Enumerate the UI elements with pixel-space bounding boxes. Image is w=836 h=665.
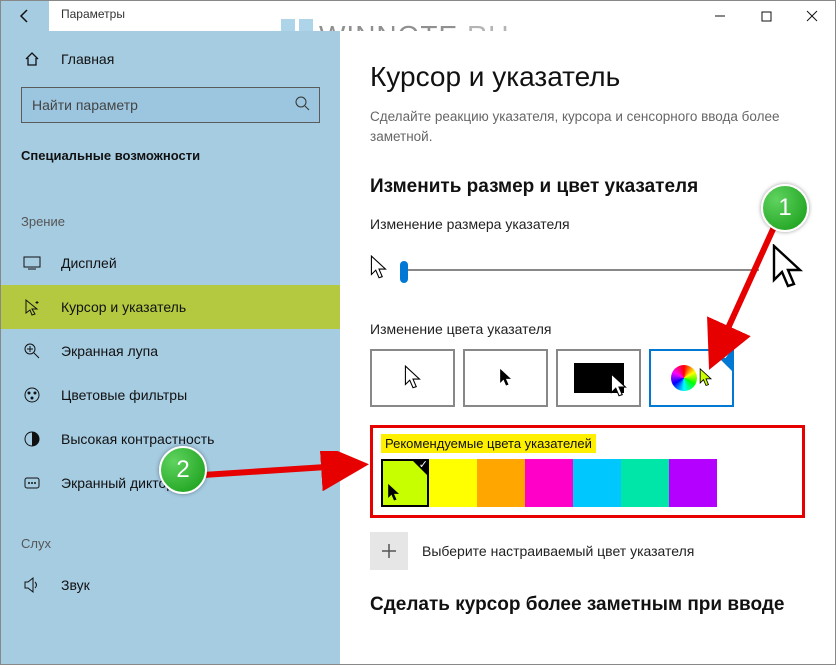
sidebar-item-magnifier[interactable]: Экранная лупа [1, 329, 340, 373]
sidebar-item-label: Цветовые фильтры [61, 387, 187, 403]
color-swatch[interactable] [621, 459, 669, 507]
pointer-color-custom[interactable] [649, 349, 734, 407]
recommended-colors-box: Рекомендуемые цвета указателей [370, 425, 805, 518]
titlebar: Параметры [1, 1, 835, 31]
section-size-color: Изменить размер и цвет указателя [370, 176, 805, 198]
sidebar-category-hearing: Слух [1, 523, 340, 563]
sidebar-item-sound[interactable]: Звук [1, 563, 340, 607]
pointer-color-options [370, 349, 805, 407]
recommended-colors-label: Рекомендуемые цвета указателей [381, 434, 596, 453]
sidebar-item-label: Дисплей [61, 255, 117, 271]
pointer-color-inverted[interactable] [556, 349, 641, 407]
pointer-color-white[interactable] [370, 349, 455, 407]
window-title: Параметры [61, 7, 125, 21]
color-wheel-icon [671, 365, 697, 391]
color-swatch[interactable] [573, 459, 621, 507]
search-icon [285, 95, 319, 116]
sidebar-item-label: Высокая контрастность [61, 431, 214, 447]
color-swatch[interactable] [429, 459, 477, 507]
sidebar-icon [21, 298, 43, 316]
annotation-badge-1: 1 [761, 184, 809, 232]
slider-thumb[interactable] [400, 261, 408, 283]
pointer-size-slider-row [370, 244, 805, 297]
label-color: Изменение цвета указателя [370, 321, 805, 337]
sidebar: Главная Специальные возможности Зрение Д… [1, 31, 340, 664]
page-title: Курсор и указатель [370, 61, 805, 93]
sidebar-item-label: Экранный диктор [61, 475, 174, 491]
main-panel: Курсор и указатель Сделайте реакцию указ… [340, 31, 835, 664]
color-swatch[interactable] [477, 459, 525, 507]
color-swatch[interactable] [381, 459, 429, 507]
pointer-color-black[interactable] [463, 349, 548, 407]
sidebar-item-cursor-pointer[interactable]: Курсор и указатель [1, 285, 340, 329]
sidebar-home-label: Главная [61, 51, 114, 67]
color-swatch[interactable] [525, 459, 573, 507]
cursor-small-icon [370, 255, 388, 286]
sidebar-item-color-filters[interactable]: Цветовые фильтры [1, 373, 340, 417]
sidebar-icon [21, 386, 43, 404]
minimize-button[interactable] [697, 1, 743, 31]
sidebar-item-display[interactable]: Дисплей [1, 241, 340, 285]
color-swatch[interactable] [669, 459, 717, 507]
add-custom-color-label: Выберите настраиваемый цвет указателя [422, 543, 694, 559]
sidebar-icon [21, 430, 43, 448]
sidebar-icon [21, 256, 43, 270]
sidebar-section-label: Специальные возможности [1, 135, 340, 175]
back-button[interactable] [1, 1, 49, 31]
close-button[interactable] [789, 1, 835, 31]
pointer-size-slider[interactable] [400, 269, 759, 271]
maximize-button[interactable] [743, 1, 789, 31]
sidebar-category-vision: Зрение [1, 201, 340, 241]
sidebar-item-label: Экранная лупа [61, 343, 158, 359]
label-size: Изменение размера указателя [370, 216, 805, 232]
cursor-large-icon [771, 244, 805, 297]
search-box[interactable] [21, 87, 320, 123]
sidebar-home[interactable]: Главная [1, 39, 340, 79]
speaker-icon [21, 576, 43, 594]
section-cursor-visibility: Сделать курсор более заметным при вводе [370, 594, 805, 616]
add-custom-color-button[interactable] [370, 532, 408, 570]
sidebar-item-label: Курсор и указатель [61, 299, 186, 315]
search-input[interactable] [22, 97, 285, 113]
sidebar-item-label: Звук [61, 577, 90, 593]
sidebar-icon [21, 342, 43, 360]
annotation-badge-2: 2 [159, 446, 207, 494]
page-description: Сделайте реакцию указателя, курсора и се… [370, 107, 805, 148]
sidebar-icon [21, 474, 43, 492]
checkmark-icon [712, 351, 732, 371]
home-icon [21, 51, 43, 67]
